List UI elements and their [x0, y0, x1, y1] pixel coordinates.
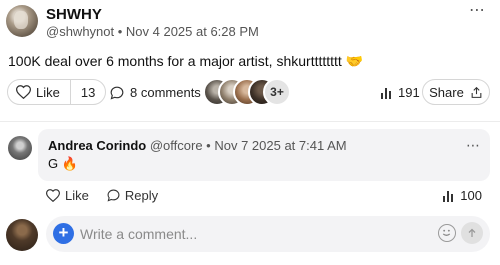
share-label: Share: [429, 84, 464, 100]
arrow-up-icon: [466, 227, 478, 239]
comment-bubble: [38, 129, 490, 181]
add-attachment-button[interactable]: +: [53, 223, 74, 244]
comment-reply-label: Reply: [124, 188, 159, 203]
comment-text: G 🔥: [48, 156, 78, 171]
comments-button[interactable]: 8 comments: [110, 85, 201, 100]
comments-label: 8 comments: [130, 85, 201, 100]
post-author-avatar[interactable]: [6, 5, 38, 37]
bar-chart-icon: [380, 87, 392, 99]
comment-more-icon[interactable]: ⋯: [466, 137, 480, 154]
share-icon: [470, 86, 483, 99]
views-count: 191: [380, 85, 420, 100]
post-author-name[interactable]: SHWHY: [46, 6, 102, 23]
like-button[interactable]: Like: [8, 80, 71, 104]
like-label: Like: [36, 84, 60, 100]
comment-author-name[interactable]: Andrea Corindo: [48, 138, 146, 153]
send-button[interactable]: [461, 222, 483, 244]
current-user-avatar[interactable]: [6, 219, 38, 251]
post-meta: @shwhynot • Nov 4 2025 at 6:28 PM: [46, 24, 259, 39]
section-divider: [0, 121, 500, 122]
heart-icon: [46, 189, 60, 202]
comment-input[interactable]: [80, 223, 420, 245]
comment-reply-button[interactable]: Reply: [107, 188, 158, 203]
heart-icon: [16, 85, 31, 99]
comment-meta: @offcore • Nov 7 2025 at 7:41 AM: [149, 138, 347, 153]
comment-views-label: 100: [460, 188, 482, 203]
reactor-more-badge[interactable]: 3+: [263, 78, 291, 106]
like-button-group: Like 13: [7, 79, 107, 105]
share-button[interactable]: Share: [422, 79, 490, 105]
comment-bubble-icon: [110, 86, 124, 100]
comment-views-count: 100: [442, 188, 482, 203]
comment-bubble-icon: [107, 189, 120, 202]
comment-like-button[interactable]: Like: [46, 188, 89, 203]
bar-chart-icon: [442, 190, 454, 202]
comment-header: Andrea Corindo @offcore • Nov 7 2025 at …: [48, 138, 347, 153]
post-text: 100K deal over 6 months for a major arti…: [8, 53, 364, 69]
comment-author-avatar[interactable]: [8, 136, 32, 160]
like-count[interactable]: 13: [71, 85, 105, 100]
views-label: 191: [398, 85, 420, 100]
comment-like-label: Like: [65, 188, 89, 203]
comment-actions: Like Reply: [46, 188, 158, 203]
emoji-icon[interactable]: [438, 224, 456, 242]
post-more-icon[interactable]: ⋯: [469, 3, 486, 19]
